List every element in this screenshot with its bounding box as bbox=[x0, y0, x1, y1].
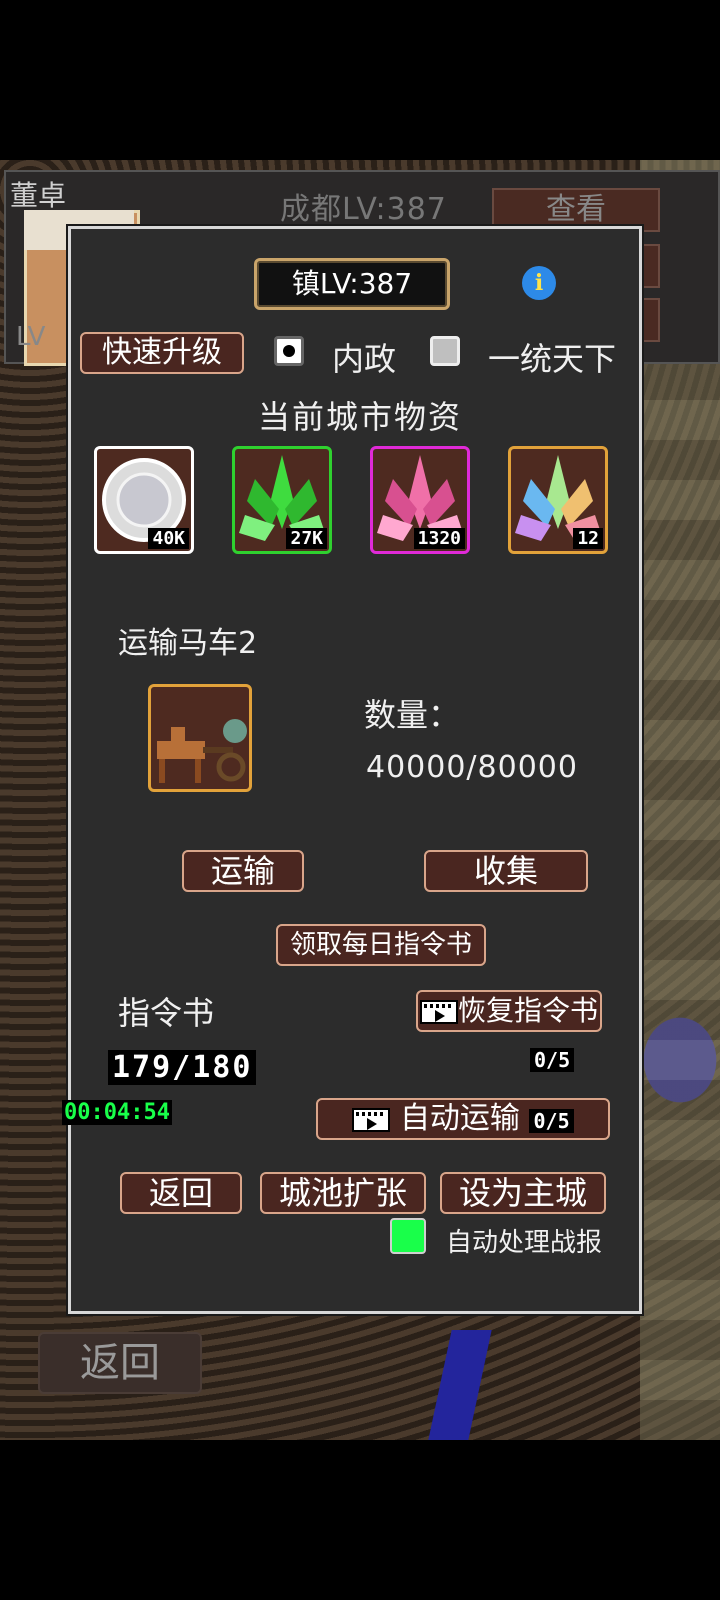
resource-pink-crystal[interactable]: 1320 bbox=[370, 446, 470, 554]
daily-orders-button[interactable]: 领取每日指令书 bbox=[276, 924, 486, 966]
unify-label: 一统天下 bbox=[488, 340, 617, 378]
restore-count: 0/5 bbox=[530, 1048, 575, 1072]
video-ad-icon bbox=[352, 1107, 391, 1132]
general-name: 董卓 bbox=[10, 179, 67, 212]
orders-label: 指令书 bbox=[118, 994, 215, 1032]
quantity-label: 数量： bbox=[364, 696, 461, 734]
horse-cart-icon bbox=[157, 719, 247, 783]
domestic-radio[interactable] bbox=[274, 336, 304, 366]
unify-checkbox[interactable] bbox=[430, 336, 460, 366]
general-lv-label: LV bbox=[16, 322, 46, 352]
resource-rainbow-crystal[interactable]: 12 bbox=[508, 446, 608, 554]
resource-green-crystal[interactable]: 27K bbox=[232, 446, 332, 554]
quantity-value: 40000/80000 bbox=[366, 750, 578, 785]
resource-silver[interactable]: 40K bbox=[94, 446, 194, 554]
restore-orders-label: 恢复指令书 bbox=[457, 994, 598, 1027]
orders-count: 179/180 bbox=[108, 1050, 257, 1085]
domestic-label: 内政 bbox=[332, 340, 397, 378]
city-level-label: 成都LV:387 bbox=[280, 192, 447, 227]
cart-tile[interactable] bbox=[148, 684, 252, 792]
info-icon[interactable]: i bbox=[522, 266, 556, 300]
resource-count: 12 bbox=[573, 528, 603, 549]
video-ad-icon bbox=[419, 1000, 458, 1024]
resources-title: 当前城市物资 bbox=[257, 398, 462, 436]
auto-battle-report-checkbox[interactable] bbox=[390, 1218, 426, 1254]
auto-transport-label: 自动运输 bbox=[399, 1101, 520, 1136]
town-level-badge: 镇LV:387 bbox=[254, 258, 450, 310]
return-button[interactable]: 返回 bbox=[120, 1172, 242, 1214]
collect-button[interactable]: 收集 bbox=[424, 850, 588, 892]
cart-title: 运输马车2 bbox=[118, 626, 258, 661]
cooldown-timer: 00:04:54 bbox=[62, 1100, 172, 1125]
transport-button[interactable]: 运输 bbox=[182, 850, 304, 892]
auto-transport-button[interactable]: 自动运输 0/5 bbox=[316, 1098, 610, 1140]
expand-city-button[interactable]: 城池扩张 bbox=[260, 1172, 426, 1214]
background-back-button[interactable]: 返回 bbox=[38, 1332, 202, 1394]
auto-battle-report-label: 自动处理战报 bbox=[446, 1228, 603, 1258]
resource-count: 27K bbox=[286, 528, 327, 549]
resource-count: 1320 bbox=[413, 528, 465, 549]
quick-upgrade-button[interactable]: 快速升级 bbox=[80, 332, 244, 374]
restore-orders-button[interactable]: 恢复指令书 bbox=[416, 990, 602, 1032]
resource-count: 40K bbox=[148, 528, 189, 549]
set-main-city-button[interactable]: 设为主城 bbox=[440, 1172, 606, 1214]
auto-transport-count: 0/5 bbox=[529, 1109, 574, 1133]
